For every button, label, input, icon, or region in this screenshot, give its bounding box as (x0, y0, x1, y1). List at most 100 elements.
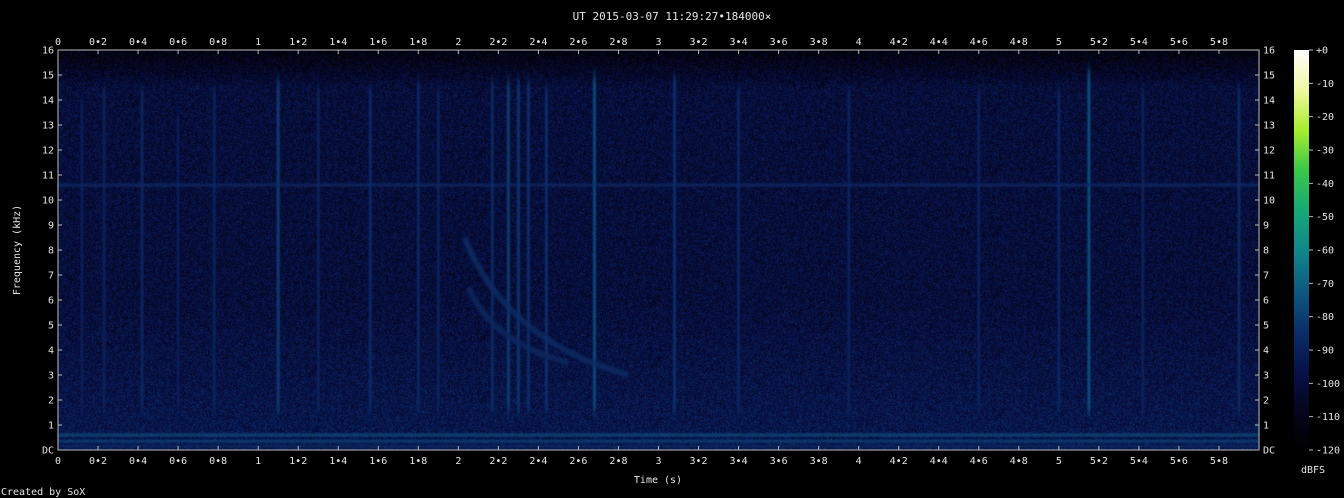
x-tick-label-bottom: 1•8 (409, 456, 427, 467)
impulse-line (1237, 87, 1241, 413)
impulse-line (1057, 87, 1061, 413)
x-tick-label-bottom: 1•2 (289, 456, 307, 467)
x-tick-label-top: 0 (55, 37, 61, 48)
x-tick-label-bottom: 3•6 (770, 456, 788, 467)
x-tick-label-bottom: 1•4 (329, 456, 347, 467)
impulse-line (673, 75, 677, 413)
y-tick-label-left: 4 (48, 346, 54, 357)
impulse-line (490, 80, 494, 413)
tone-line (58, 433, 1259, 437)
y-tick-label-right: DC (1263, 446, 1275, 457)
y-tick-label-right: 1 (1263, 421, 1269, 432)
colorbar-tick-label: -20 (1316, 112, 1334, 123)
y-tick-label-left: 15 (42, 71, 54, 82)
tone-line (58, 439, 1259, 443)
colorbar-tick-label: -80 (1316, 312, 1334, 323)
x-tick-label-top: 5•4 (1130, 37, 1148, 48)
spectrogram-image (58, 50, 1259, 450)
x-tick-label-top: 4•4 (930, 37, 948, 48)
y-tick-label-right: 14 (1263, 96, 1275, 107)
y-tick-label-right: 10 (1263, 196, 1275, 207)
impulse-line (102, 87, 106, 413)
impulse-line (436, 87, 440, 413)
colorbar-tick-label: -60 (1316, 246, 1334, 257)
colorbar-tick-label: -100 (1316, 379, 1340, 390)
x-tick-label-bottom: 5•2 (1090, 456, 1108, 467)
impulse-line (977, 87, 981, 413)
x-tick-label-bottom: 5•4 (1130, 456, 1148, 467)
x-tick-label-bottom: 5•6 (1170, 456, 1188, 467)
impulse-line (737, 87, 741, 413)
colorbar-tick-label: -70 (1316, 279, 1334, 290)
x-tick-label-bottom: 2•6 (569, 456, 587, 467)
y-tick-label-right: 16 (1263, 46, 1275, 57)
x-tick-label-bottom: 2 (455, 456, 461, 467)
y-tick-label-left: 3 (48, 371, 54, 382)
colorbar-label: dBFS (1301, 465, 1325, 476)
impulse-line (212, 87, 216, 413)
x-tick-label-bottom: 2•4 (529, 456, 547, 467)
x-tick-label-bottom: 1 (255, 456, 261, 467)
x-tick-label-bottom: 4 (856, 456, 862, 467)
impulse-line (847, 87, 851, 413)
x-tick-label-top: 2•6 (569, 37, 587, 48)
x-tick-label-bottom: 0•2 (89, 456, 107, 467)
x-tick-label-top: 5•6 (1170, 37, 1188, 48)
x-tick-label-bottom: 0 (55, 456, 61, 467)
x-tick-label-top: 5•2 (1090, 37, 1108, 48)
colorbar-tick-label: -120 (1316, 446, 1340, 457)
colorbar-tick-label: -40 (1316, 179, 1334, 190)
y-tick-label-left: 7 (48, 271, 54, 282)
x-tick-label-bottom: 4•4 (930, 456, 948, 467)
chart-title: UT 2015-03-07 11:29:27•184000× (573, 10, 772, 23)
x-tick-label-top: 2•8 (609, 37, 627, 48)
impulse-line (316, 87, 320, 413)
impulse-line (516, 80, 520, 413)
impulse-line (1141, 87, 1145, 413)
y-tick-label-left: 14 (42, 96, 54, 107)
x-tick-label-bottom: 2•8 (609, 456, 627, 467)
x-tick-label-top: 0•4 (129, 37, 147, 48)
x-tick-label-top: 4•8 (1010, 37, 1028, 48)
x-tick-label-bottom: 2•2 (489, 456, 507, 467)
x-tick-label-top: 5 (1056, 37, 1062, 48)
impulse-line (526, 80, 530, 413)
impulse-line (140, 87, 144, 413)
y-tick-label-right: 12 (1263, 146, 1275, 157)
x-tick-label-bottom: 3 (655, 456, 661, 467)
y-tick-label-left: 10 (42, 196, 54, 207)
spectrogram-figure: UT 2015-03-07 11:29:27•184000× 0 0•2 0•4 0•… (1, 10, 1340, 498)
x-tick-label-bottom: 5 (1056, 456, 1062, 467)
tone-line (58, 183, 1259, 187)
y-tick-label-right: 3 (1263, 371, 1269, 382)
y-tick-label-left: DC (42, 446, 54, 457)
y-axis-label: Frequency (kHz) (12, 205, 23, 295)
y-tick-label-left: 2 (48, 396, 54, 407)
y-tick-label-right: 2 (1263, 396, 1269, 407)
impulse-line (544, 87, 548, 413)
y-tick-label-left: 8 (48, 246, 54, 257)
x-tick-label-top: 4 (856, 37, 862, 48)
x-tick-label-bottom: 3•8 (810, 456, 828, 467)
y-tick-label-left: 9 (48, 221, 54, 232)
y-tick-label-right: 9 (1263, 221, 1269, 232)
x-tick-label-top: 5•8 (1210, 37, 1228, 48)
x-tick-label-top: 0•6 (169, 37, 187, 48)
colorbar-tick-label: -30 (1316, 146, 1334, 157)
x-tick-label-top: 3•8 (810, 37, 828, 48)
y-tick-label-left: 12 (42, 146, 54, 157)
x-tick-label-top: 1•4 (329, 37, 347, 48)
x-tick-label-top: 3 (655, 37, 661, 48)
x-tick-label-top: 0•8 (209, 37, 227, 48)
x-tick-label-bottom: 5•8 (1210, 456, 1228, 467)
y-tick-label-left: 1 (48, 421, 54, 432)
x-tick-label-bottom: 0•4 (129, 456, 147, 467)
impulse-line (506, 80, 510, 413)
x-tick-label-top: 4•6 (970, 37, 988, 48)
x-tick-label-bottom: 4•8 (1010, 456, 1028, 467)
x-tick-label-bottom: 4•2 (890, 456, 908, 467)
y-tick-label-right: 11 (1263, 171, 1275, 182)
colorbar-tick-label: -10 (1316, 79, 1334, 90)
colorbar (1294, 50, 1309, 450)
y-tick-label-right: 5 (1263, 321, 1269, 332)
